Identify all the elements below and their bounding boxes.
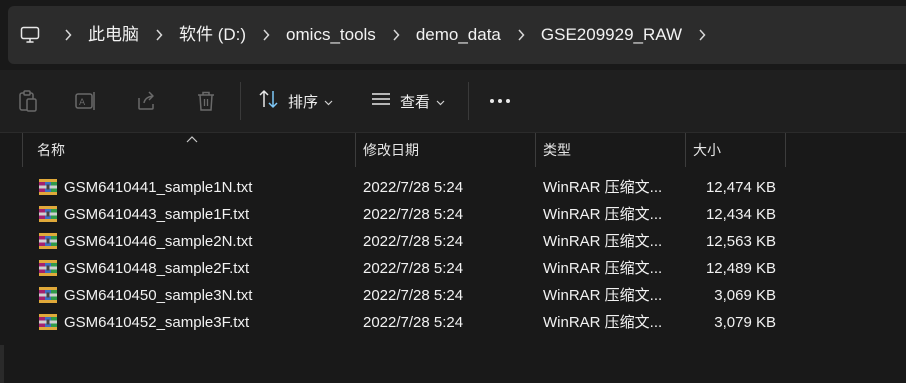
toolbar-divider xyxy=(468,82,469,120)
file-name: GSM6410448_sample2F.txt xyxy=(64,260,250,277)
command-bar: A 排序 查看 xyxy=(0,70,906,133)
file-row[interactable]: GSM6410446_sample2N.txt 2022/7/28 5:24 W… xyxy=(0,228,906,255)
file-type: WinRAR 压缩文... xyxy=(543,179,663,196)
column-divider[interactable] xyxy=(22,133,23,167)
view-icon xyxy=(370,91,392,111)
winrar-archive-icon xyxy=(38,286,58,304)
chevron-right-icon[interactable] xyxy=(505,6,537,64)
winrar-archive-icon xyxy=(38,259,58,277)
file-explorer-window: 此电脑 软件 (D:) omics_tools demo_data GSE209… xyxy=(0,0,906,383)
file-modified: 2022/7/28 5:24 xyxy=(363,179,464,196)
share-icon[interactable] xyxy=(132,87,160,115)
chevron-right-icon[interactable] xyxy=(250,6,282,64)
file-type: WinRAR 压缩文... xyxy=(543,260,663,277)
view-label: 查看 xyxy=(400,93,431,111)
column-divider[interactable] xyxy=(355,133,356,167)
column-divider[interactable] xyxy=(685,133,686,167)
file-type: WinRAR 压缩文... xyxy=(543,314,663,331)
file-modified: 2022/7/28 5:24 xyxy=(363,206,464,223)
sort-button[interactable]: 排序 xyxy=(258,87,333,115)
file-row[interactable]: GSM6410450_sample3N.txt 2022/7/28 5:24 W… xyxy=(0,282,906,309)
file-type: WinRAR 压缩文... xyxy=(543,233,663,250)
file-size: 12,563 KB xyxy=(705,233,776,250)
scrollbar-edge xyxy=(0,345,4,383)
svg-text:A: A xyxy=(79,98,86,108)
chevron-right-icon[interactable] xyxy=(52,6,84,64)
file-size: 12,489 KB xyxy=(705,260,776,277)
column-divider[interactable] xyxy=(785,133,786,167)
file-row[interactable]: GSM6410448_sample2F.txt 2022/7/28 5:24 W… xyxy=(0,255,906,282)
rename-icon[interactable]: A xyxy=(72,87,100,115)
file-size: 3,069 KB xyxy=(714,287,776,304)
breadcrumb-item[interactable]: 软件 (D:) xyxy=(175,6,250,64)
file-modified: 2022/7/28 5:24 xyxy=(363,233,464,250)
file-size: 12,474 KB xyxy=(705,179,776,196)
breadcrumb-item[interactable]: demo_data xyxy=(412,6,505,64)
breadcrumb-item-current[interactable]: GSE209929_RAW xyxy=(537,6,686,64)
file-size: 12,434 KB xyxy=(705,206,776,223)
more-icon[interactable] xyxy=(486,87,514,115)
column-size[interactable]: 大小 xyxy=(693,133,721,167)
winrar-archive-icon xyxy=(38,232,58,250)
sort-icon xyxy=(258,89,280,113)
breadcrumb[interactable]: 此电脑 软件 (D:) omics_tools demo_data GSE209… xyxy=(8,6,906,64)
file-name: GSM6410441_sample1N.txt xyxy=(64,179,253,196)
winrar-archive-icon xyxy=(38,313,58,331)
file-size: 3,079 KB xyxy=(714,314,776,331)
breadcrumb-item[interactable]: 此电脑 xyxy=(84,6,143,64)
file-type: WinRAR 压缩文... xyxy=(543,287,663,304)
chevron-down-icon xyxy=(324,93,333,110)
column-name[interactable]: 名称 xyxy=(37,133,65,167)
column-header: 名称 修改日期 类型 大小 xyxy=(0,133,906,167)
sort-label: 排序 xyxy=(288,93,319,111)
breadcrumb-item[interactable]: omics_tools xyxy=(282,6,380,64)
chevron-right-icon[interactable] xyxy=(143,6,175,64)
view-button[interactable]: 查看 xyxy=(370,87,445,115)
file-row[interactable]: GSM6410441_sample1N.txt 2022/7/28 5:24 W… xyxy=(0,174,906,201)
file-modified: 2022/7/28 5:24 xyxy=(363,287,464,304)
column-divider[interactable] xyxy=(535,133,536,167)
file-modified: 2022/7/28 5:24 xyxy=(363,260,464,277)
file-name: GSM6410452_sample3F.txt xyxy=(64,314,250,331)
file-name: GSM6410450_sample3N.txt xyxy=(64,287,253,304)
monitor-icon[interactable] xyxy=(8,6,52,64)
winrar-archive-icon xyxy=(38,178,58,196)
column-modified[interactable]: 修改日期 xyxy=(363,133,419,167)
winrar-archive-icon xyxy=(38,205,58,223)
toolbar-divider xyxy=(240,82,241,120)
file-modified: 2022/7/28 5:24 xyxy=(363,314,464,331)
file-row[interactable]: GSM6410443_sample1F.txt 2022/7/28 5:24 W… xyxy=(0,201,906,228)
delete-icon[interactable] xyxy=(192,87,220,115)
file-type: WinRAR 压缩文... xyxy=(543,206,663,223)
file-name: GSM6410446_sample2N.txt xyxy=(64,233,253,250)
paste-icon[interactable] xyxy=(14,87,42,115)
file-name: GSM6410443_sample1F.txt xyxy=(64,206,250,223)
chevron-right-icon[interactable] xyxy=(380,6,412,64)
chevron-down-icon xyxy=(436,93,445,110)
chevron-right-icon[interactable] xyxy=(686,6,718,64)
column-type[interactable]: 类型 xyxy=(543,133,571,167)
file-row[interactable]: GSM6410452_sample3F.txt 2022/7/28 5:24 W… xyxy=(0,309,906,336)
